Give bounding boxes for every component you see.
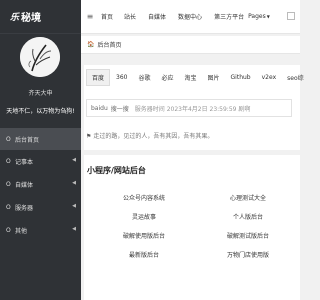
home-icon[interactable]: 🏠 [87,41,94,48]
avatar-image [20,37,60,77]
engine-tab-bing[interactable]: 必应 [156,70,178,85]
circle-icon: O [6,204,11,211]
top-link-media[interactable]: 自媒体 [148,12,166,21]
caret-down-icon: ▼ [266,14,270,19]
chevron-left-icon: ◀ [72,226,76,232]
sidebar-item-media[interactable]: O 自媒体 ◀ [0,173,81,196]
avatar[interactable] [20,37,60,77]
miniapp-card: 小程序/网站后台 公众号内容系统 心理测试大全 灵运故事 个人版后台 破解使用版… [84,155,300,300]
circle-icon: O [6,227,11,234]
sidebar-nav: O 后台首页 O 记事本 ◀ O 自媒体 ◀ O 服务器 ◀ O 其他 ◀ [0,128,81,242]
brand[interactable]: 乐 秘境 [0,0,81,34]
chevron-left-icon: ◀ [72,203,76,209]
chevron-left-icon: ◀ [72,157,76,163]
logo-icon: 乐 [10,13,20,23]
circle-icon: O [6,181,11,188]
menu-toggle-icon[interactable]: ≡ [81,12,99,21]
sidebar-item-label: 其他 [15,228,28,235]
expand-icon[interactable] [287,12,295,20]
sidebar-item-home[interactable]: O 后台首页 [0,128,81,150]
sidebar-item-label: 服务器 [15,205,34,212]
notice: ⚑ 走过的路，见过的人，吾有其因，吾有其果。 [86,131,213,140]
engine-tab-360[interactable]: 360 [111,71,132,84]
sidebar-item-label: 后台首页 [15,136,40,144]
miniapp-link[interactable]: 灵运故事 [92,210,196,226]
miniapp-link[interactable]: 破解测试版后台 [196,229,300,245]
top-link-webmaster[interactable]: 站长 [124,12,136,21]
brand-title: 秘境 [21,13,42,24]
miniapp-link[interactable]: 万物门店使用版 [196,248,300,264]
top-link-home[interactable]: 首页 [101,12,113,21]
search-placeholder: 服务器时间 2023年4月2日 23:59:59 剧啊 [134,105,251,113]
top-link-third-party[interactable]: 第三方平台 [214,12,244,21]
engine-tabs: 百度 360 谷歌 必应 淘宝 图片 Github v2ex seo综 [84,68,304,86]
sidebar-item-label: 自媒体 [15,182,34,189]
search-input[interactable]: baidu 搜一搜 服务器时间 2023年4月2日 23:59:59 剧啊 [86,99,292,117]
search-hint: 搜一搜 [110,105,129,113]
engine-tab-images[interactable]: 图片 [203,70,225,85]
sidebar-item-notebook[interactable]: O 记事本 ◀ [0,150,81,173]
miniapp-link[interactable]: 最新版后台 [92,248,196,264]
miniapp-link[interactable]: 公众号内容系统 [92,191,196,207]
engine-tab-v2ex[interactable]: v2ex [257,71,282,84]
sidebar-item-server[interactable]: O 服务器 ◀ [0,196,81,219]
pages-dropdown-label: Pages [248,13,266,20]
engine-tab-taobao[interactable]: 淘宝 [180,70,202,85]
miniapp-title: 小程序/网站后台 [87,166,146,175]
breadcrumb: 🏠 后台首页 [81,36,300,54]
miniapp-grid: 公众号内容系统 心理测试大全 灵运故事 个人版后台 破解使用版后台 破解测试版后… [92,191,300,264]
pages-dropdown[interactable]: Pages▼ [248,13,270,20]
miniapp-link[interactable]: 个人版后台 [196,210,300,226]
chevron-left-icon: ◀ [72,180,76,186]
sidebar-item-label: 记事本 [15,159,34,166]
user-motto: 天地不仁，以万物为刍狗! [6,108,75,115]
engine-tab-github[interactable]: Github [226,71,256,84]
circle-icon: O [6,158,11,165]
search-engine-prefix: baidu [91,104,108,112]
engine-tab-baidu[interactable]: 百度 [86,68,111,86]
miniapp-link[interactable]: 破解使用版后台 [92,229,196,245]
engine-tab-seo[interactable]: seo综 [282,70,309,85]
sidebar-item-other[interactable]: O 其他 ◀ [0,219,81,242]
breadcrumb-current: 后台首页 [97,42,122,49]
circle-icon: O [6,135,11,143]
search-card: 百度 360 谷歌 必应 淘宝 图片 Github v2ex seo综 baid… [84,65,304,150]
top-bar: ≡ 首页 站长 自媒体 数据中心 第三方平台 Pages▼ [81,0,300,34]
miniapp-link[interactable]: 心理测试大全 [196,191,300,207]
notice-text: 走过的路，见过的人，吾有其因，吾有其果。 [93,133,214,140]
sidebar: 乐 秘境 齐天大申 天地不仁，以万物为刍狗! O 后台首页 O 记事本 ◀ O … [0,0,81,300]
flag-icon: ⚑ [86,133,92,140]
top-link-data-center[interactable]: 数据中心 [178,12,202,21]
engine-tab-google[interactable]: 谷歌 [133,70,155,85]
user-name: 齐天大申 [28,90,53,97]
